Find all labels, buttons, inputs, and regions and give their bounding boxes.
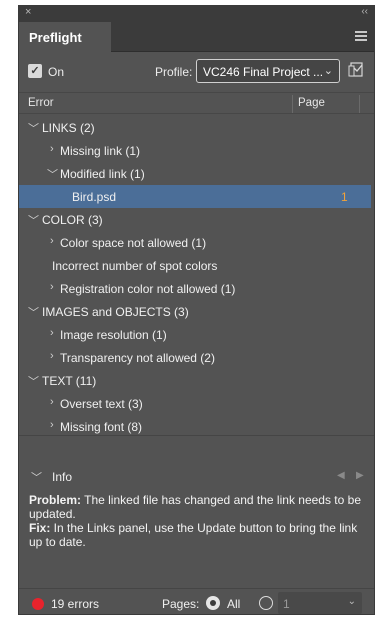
row-page-number[interactable]: 1 — [341, 190, 348, 204]
info-text: Problem: The linked file has changed and… — [29, 493, 365, 583]
row-label: Registration color not allowed (1) — [60, 282, 236, 296]
row-label: Transparency not allowed (2) — [60, 351, 215, 365]
chevron-right-icon[interactable]: › — [50, 143, 54, 155]
tab-preflight[interactable]: Preflight — [19, 22, 111, 52]
row-label: TEXT (11) — [42, 374, 97, 388]
list-item-spot-colors[interactable]: Incorrect number of spot colors — [19, 254, 371, 277]
list-item-images-objects[interactable]: ﹀ IMAGES and OBJECTS (3) — [19, 300, 371, 323]
column-divider — [292, 95, 293, 113]
list-item-registration-color[interactable]: › Registration color not allowed (1) — [19, 277, 371, 300]
list-item-color-space[interactable]: › Color space not allowed (1) — [19, 231, 371, 254]
fix-label: Fix: — [29, 521, 51, 535]
problem-text: Problem: The linked file has changed and… — [29, 493, 365, 521]
panel-footer: 19 errors Pages: All 1 ⌄ — [19, 588, 374, 616]
row-label: IMAGES and OBJECTS (3) — [42, 305, 189, 319]
chevron-right-icon[interactable]: › — [50, 281, 54, 293]
chevron-right-icon[interactable]: › — [50, 235, 54, 247]
row-label: Color space not allowed (1) — [60, 236, 207, 250]
list-item-overset-text[interactable]: › Overset text (3) — [19, 392, 371, 415]
fix-text: Fix: In the Links panel, use the Update … — [29, 521, 365, 549]
info-section-header[interactable]: ﹀ Info ◀ ▶ — [19, 464, 374, 488]
error-status-icon — [32, 598, 44, 610]
page-range-field[interactable]: 1 ⌄ — [278, 592, 362, 614]
chevron-down-icon: ⌄ — [323, 65, 333, 77]
chevron-down-icon[interactable]: ﹀ — [31, 469, 42, 485]
chevron-right-icon[interactable]: › — [50, 350, 54, 362]
list-item-image-resolution[interactable]: › Image resolution (1) — [19, 323, 371, 346]
profile-value: VC246 Final Project ... — [203, 65, 324, 79]
list-item-missing-link[interactable]: › Missing link (1) — [19, 139, 371, 162]
chevron-right-icon[interactable]: › — [50, 419, 54, 431]
chevron-down-icon[interactable]: ﹀ — [28, 304, 39, 320]
list-item-bird-psd[interactable]: Bird.psd 1 — [19, 185, 371, 208]
panel-tab-bar: Preflight — [19, 22, 374, 52]
list-item-transparency[interactable]: › Transparency not allowed (2) — [19, 346, 371, 369]
pages-label: Pages: — [162, 597, 200, 611]
pages-all-radio[interactable] — [206, 596, 220, 610]
define-profiles-icon[interactable] — [347, 60, 367, 80]
chevron-right-icon[interactable]: › — [50, 327, 54, 339]
row-label: Bird.psd — [72, 190, 117, 204]
pages-all-label: All — [227, 597, 241, 611]
list-item-links[interactable]: ﹀ LINKS (2) — [19, 116, 371, 139]
row-label: Image resolution (1) — [60, 328, 167, 342]
chevron-down-icon[interactable]: ﹀ — [28, 120, 39, 136]
chevron-down-icon[interactable]: ﹀ — [28, 373, 39, 389]
chevron-down-icon[interactable]: ⌄ — [348, 596, 356, 607]
column-error[interactable]: Error — [28, 97, 54, 109]
row-label: LINKS (2) — [42, 121, 95, 135]
next-icon[interactable]: ▶ — [356, 470, 364, 481]
panel-titlebar: × ‹‹ — [19, 6, 374, 22]
row-label: Missing link (1) — [60, 144, 141, 158]
row-label: Modified link (1) — [60, 167, 145, 181]
list-item-text[interactable]: ﹀ TEXT (11) — [19, 369, 371, 392]
chevron-down-icon[interactable]: ﹀ — [47, 166, 58, 182]
panel-menu-icon[interactable] — [355, 31, 367, 41]
column-divider — [359, 95, 360, 113]
chevron-down-icon[interactable]: ﹀ — [28, 212, 39, 228]
on-checkbox[interactable]: ✓ — [28, 64, 42, 78]
info-label: Info — [52, 470, 73, 484]
page-range-value: 1 — [283, 597, 290, 611]
row-label: Missing font (8) — [60, 420, 143, 434]
profile-label: Profile: — [155, 65, 193, 79]
close-icon[interactable]: × — [25, 6, 31, 18]
list-item-modified-link[interactable]: ﹀ Modified link (1) — [19, 162, 371, 185]
column-page[interactable]: Page — [298, 97, 325, 109]
on-label: On — [48, 65, 65, 79]
preflight-controls: ✓ On Profile: VC246 Final Project ... ⌄ — [19, 52, 374, 92]
error-count[interactable]: 19 errors — [51, 597, 99, 611]
previous-icon[interactable]: ◀ — [337, 470, 345, 481]
profile-dropdown[interactable]: VC246 Final Project ... ⌄ — [196, 59, 340, 83]
row-label: Incorrect number of spot colors — [52, 259, 218, 273]
row-label: Overset text (3) — [60, 397, 143, 411]
pages-range-radio[interactable] — [259, 596, 273, 610]
preflight-panel: × ‹‹ Preflight ✓ On Profile: VC246 Final… — [18, 5, 375, 615]
row-label: COLOR (3) — [42, 213, 103, 227]
fix-description: In the Links panel, use the Update butto… — [29, 521, 358, 549]
error-list: ﹀ LINKS (2) › Missing link (1) ﹀ Modifie… — [19, 114, 374, 436]
chevron-right-icon[interactable]: › — [50, 396, 54, 408]
list-item-color[interactable]: ﹀ COLOR (3) — [19, 208, 371, 231]
problem-label: Problem: — [29, 493, 82, 507]
list-item-missing-font[interactable]: › Missing font (8) — [19, 415, 371, 438]
collapse-panel-icon[interactable]: ‹‹ — [361, 6, 368, 17]
column-header: Error Page — [19, 92, 374, 114]
